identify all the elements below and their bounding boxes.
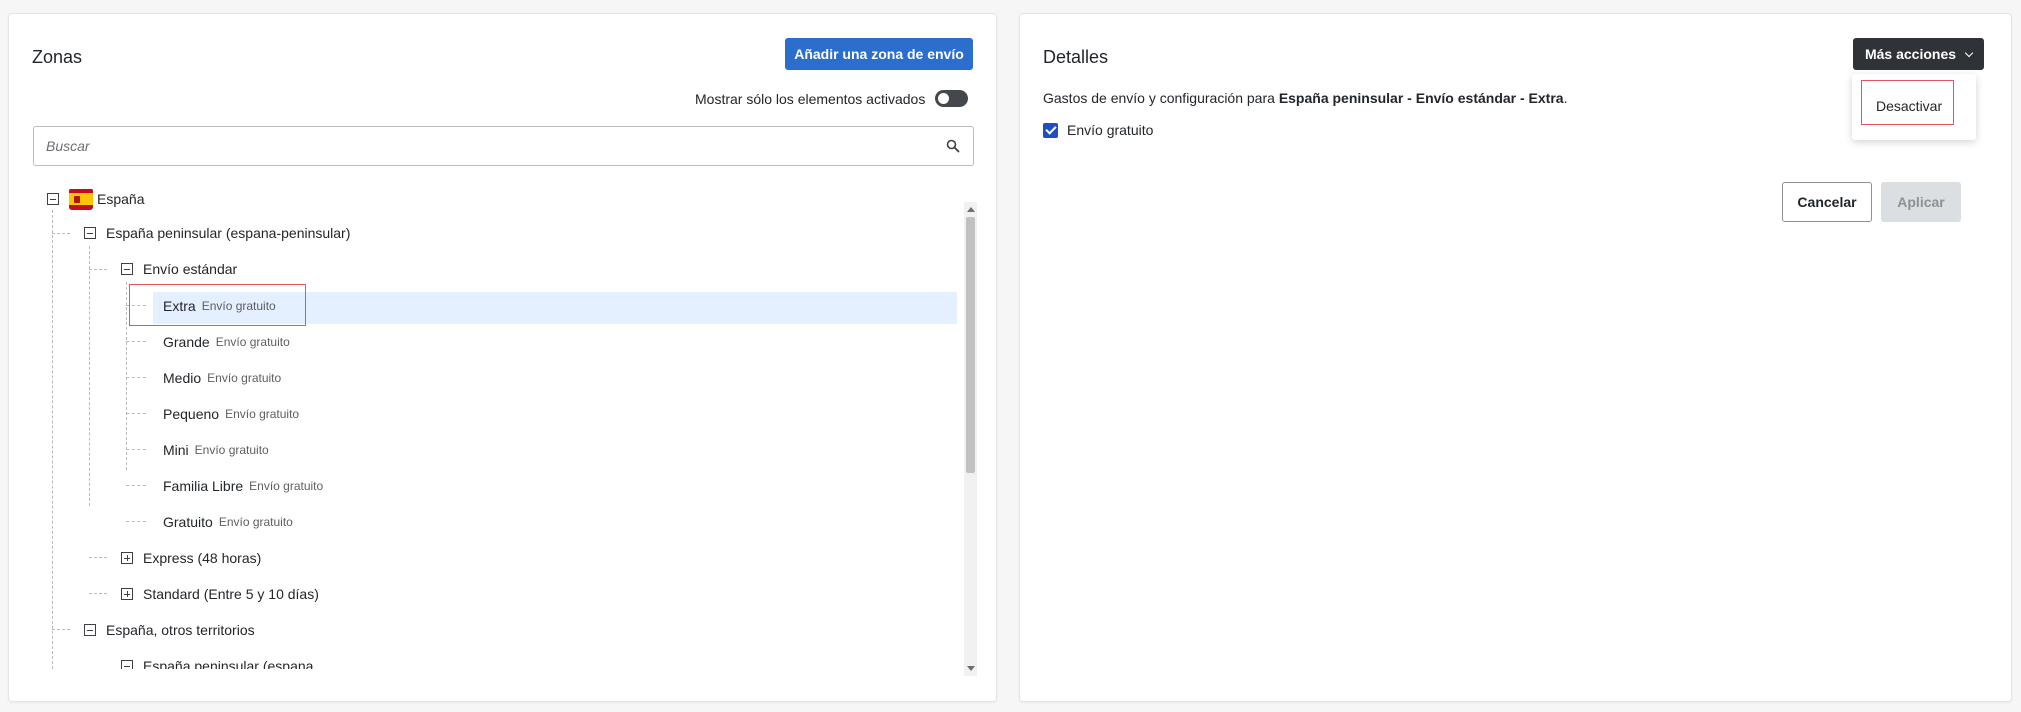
cancel-button[interactable]: Cancelar [1782,182,1872,222]
tree-node-espana[interactable]: España [47,189,144,211]
details-description: Gastos de envío y configuración para Esp… [1043,90,1568,106]
active-only-toggle[interactable] [935,90,969,107]
tree-scrollbar[interactable] [964,202,977,676]
apply-button[interactable]: Aplicar [1881,182,1961,222]
tree-node-standard[interactable]: Standard (Entre 5 y 10 días) [121,584,319,604]
add-shipping-zone-button[interactable]: Añadir una zona de envío [785,38,973,70]
tree-node-label: Gratuito [163,514,213,530]
tree-node-status: Envío gratuito [225,407,300,421]
tree-node-label: España peninsular (espana-peninsular) [106,225,351,241]
zones-tree: España España peninsular (espana-peninsu… [33,189,983,669]
tree-node-espana-peninsular[interactable]: España peninsular (espana-peninsular) [84,223,350,243]
tree-node-mini[interactable]: Mini Envío gratuito [163,440,269,460]
tree-node-cut-off[interactable]: España peninsular (espana [121,656,313,669]
highlight-box-extra [129,284,306,326]
active-only-toggle-row: Mostrar sólo los elementos activados [695,90,969,107]
tree-node-label: Familia Libre [163,478,244,494]
search-icon[interactable] [946,139,960,153]
tree-node-gratuito[interactable]: Gratuito Envío gratuito [163,512,293,532]
tree-node-label: España [97,191,145,207]
tree-node-status: Envío gratuito [194,443,269,457]
tree-node-status: Envío gratuito [215,335,290,349]
scroll-thumb[interactable] [966,217,975,473]
tree-node-label: España peninsular (espana [143,658,314,669]
collapse-icon[interactable] [121,660,133,669]
tree-node-label: Express (48 horas) [143,550,262,566]
free-shipping-row: Envío gratuito [1043,122,1153,138]
tree-node-express[interactable]: Express (48 horas) [121,548,261,568]
tree-node-grande[interactable]: Grande Envío gratuito [163,332,290,352]
tree-node-label: Standard (Entre 5 y 10 días) [143,586,319,602]
collapse-icon[interactable] [84,624,96,636]
tree-node-status: Envío gratuito [249,479,324,493]
tree-node-label: Envío estándar [143,261,238,277]
tree-node-envio-estandar[interactable]: Envío estándar [121,259,237,279]
tree-node-medio[interactable]: Medio Envío gratuito [163,368,281,388]
more-actions-button[interactable]: Más acciones [1853,38,1984,70]
tree-node-pequeno[interactable]: Pequeno Envío gratuito [163,404,299,424]
search-input[interactable] [34,127,973,165]
tree-node-espana-otros[interactable]: España, otros territorios [84,620,255,640]
more-actions-label: Más acciones [1864,46,1957,62]
expand-icon[interactable] [121,588,133,600]
collapse-icon[interactable] [47,193,59,205]
scroll-up-icon[interactable] [967,207,975,212]
tree-node-label: España, otros territorios [106,622,255,638]
collapse-icon[interactable] [84,227,96,239]
expand-icon[interactable] [121,552,133,564]
tree-node-status: Envío gratuito [218,515,293,529]
free-shipping-label: Envío gratuito [1067,122,1154,138]
search-box [33,126,974,166]
tree-node-familia-libre[interactable]: Familia Libre Envío gratuito [163,476,323,496]
active-only-label: Mostrar sólo los elementos activados [695,90,926,107]
scroll-down-icon[interactable] [967,666,975,671]
tree-node-label: Pequeno [163,406,220,422]
free-shipping-checkbox[interactable] [1043,122,1058,138]
tree-node-label: Mini [163,442,189,458]
spain-flag-icon [69,189,93,210]
tree-node-label: Grande [163,334,210,350]
zones-panel: Zonas Añadir una zona de envío Mostrar s… [8,13,997,702]
tree-node-status: Envío gratuito [207,371,282,385]
highlight-box-deactivate [1861,80,1954,125]
chevron-down-icon [1964,48,1974,57]
collapse-icon[interactable] [121,263,133,275]
tree-node-label: Medio [163,370,202,386]
details-title: Detalles [1043,47,1109,67]
zones-title: Zonas [32,47,83,67]
